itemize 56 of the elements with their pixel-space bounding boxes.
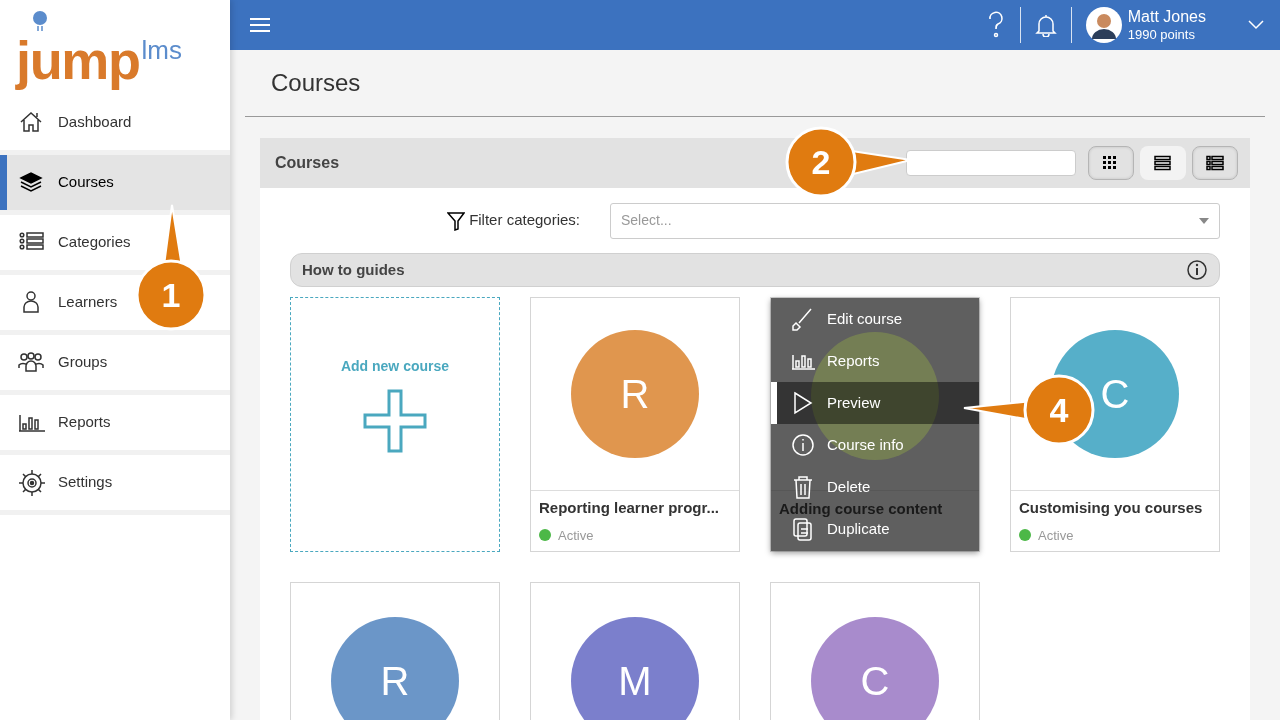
play-icon (791, 391, 815, 415)
panel-title: Courses (275, 153, 340, 173)
course-avatar: C (811, 617, 939, 720)
sidebar-item[interactable]: Categories (0, 215, 230, 275)
add-course-label: Add new course (340, 357, 450, 376)
menu-item[interactable]: Edit course (771, 307, 903, 331)
trash-icon (791, 475, 815, 499)
sidebar-item[interactable]: Groups (0, 335, 230, 395)
gear-icon (18, 468, 46, 497)
menu-item[interactable]: Reports (771, 349, 880, 373)
sidebar-item[interactable]: Reports (0, 395, 230, 455)
chevron-down-icon[interactable] (1248, 20, 1264, 30)
search-field[interactable] (906, 150, 1076, 176)
status-dot (539, 529, 551, 542)
brush-icon (791, 307, 815, 331)
course-title: Adding course content (779, 499, 943, 519)
caret-icon (1199, 217, 1209, 224)
user-points: 1990 points (1127, 26, 1196, 44)
menu-item[interactable]: Duplicate (771, 517, 890, 541)
menu-item[interactable]: Delete (771, 475, 871, 499)
copy-icon (791, 517, 815, 541)
detail-view-button[interactable] (1192, 146, 1238, 180)
avatar-icon[interactable] (1085, 7, 1122, 43)
dropdown-placeholder: Select... (621, 211, 673, 230)
status-label: Active (1038, 526, 1074, 545)
course-avatar: R (571, 330, 699, 458)
info-icon[interactable] (1187, 260, 1207, 280)
info-icon (791, 433, 815, 457)
status-label: Active (558, 526, 594, 545)
status-dot (1019, 529, 1031, 542)
filter-label: Filter categories: (469, 210, 580, 231)
menu-item[interactable]: Course info (771, 433, 904, 457)
user-name: Matt Jones (1127, 6, 1206, 27)
sidebar-item[interactable]: Courses (0, 155, 230, 215)
ball-icon (31, 10, 49, 32)
category-title: How to guides (302, 259, 406, 280)
detail-list-icon (1206, 155, 1224, 171)
sidebar-item[interactable]: Settings (0, 455, 230, 515)
grid-view-button[interactable] (1088, 146, 1134, 180)
course-card[interactable]: M (530, 582, 740, 720)
list-icon (1154, 155, 1172, 171)
course-avatar: R (331, 617, 459, 720)
menu-icon[interactable] (250, 17, 270, 33)
sidebar-item[interactable]: Dashboard (0, 95, 230, 155)
category-bar[interactable]: How to guides (290, 253, 1220, 287)
course-card[interactable]: Edit course Reports Preview Course info Delete Adding course content Duplicate (770, 297, 980, 552)
course-avatar: M (571, 617, 699, 720)
course-title: Reporting learner progr... (539, 499, 720, 516)
course-card[interactable]: R Reporting learner progr... Active (530, 297, 740, 552)
course-title: Customising you courses (1019, 499, 1203, 516)
plus-icon (363, 389, 427, 453)
list-view-button[interactable] (1140, 146, 1186, 180)
bell-icon[interactable] (1034, 13, 1057, 37)
filter-icon (447, 210, 466, 231)
logo-text: lms (141, 37, 183, 63)
page-title: Courses (271, 68, 361, 98)
